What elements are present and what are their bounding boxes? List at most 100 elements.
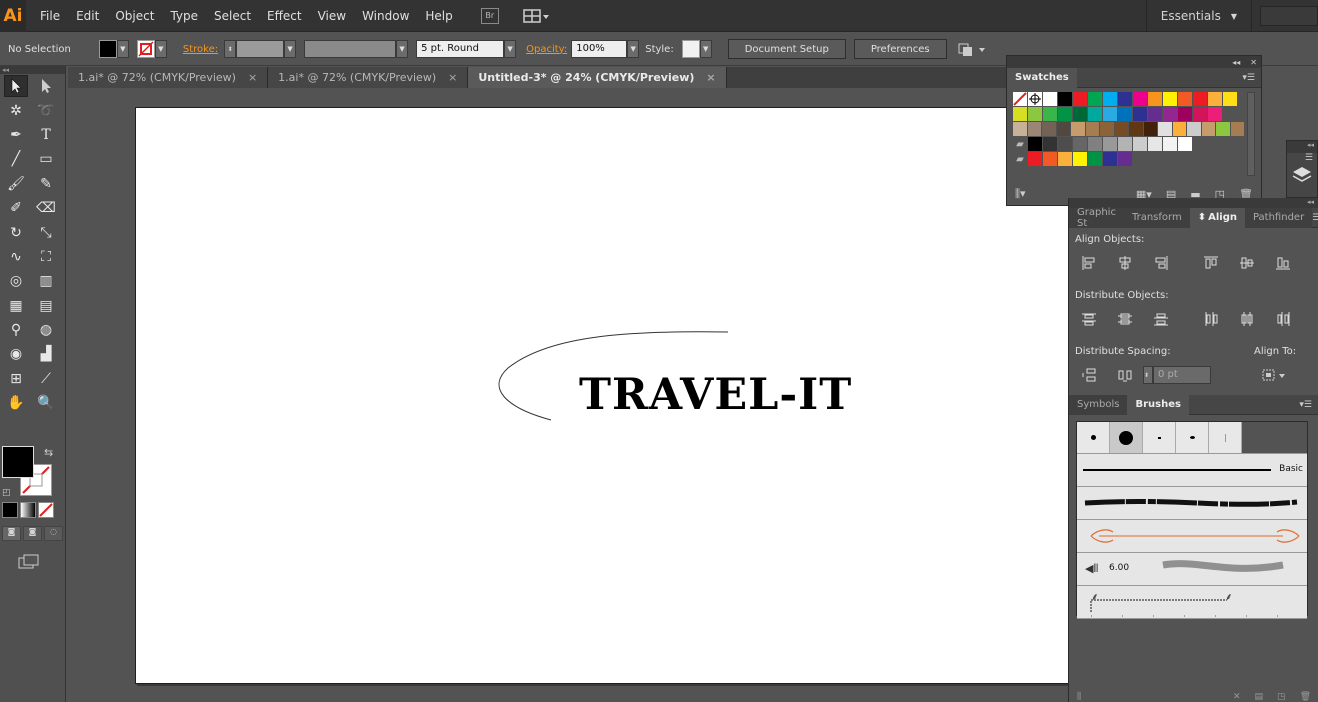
bridge-button[interactable]: Br bbox=[480, 7, 499, 24]
distribute-hcenter-icon[interactable] bbox=[1229, 308, 1265, 330]
delete-brush-icon[interactable]: 🗑 bbox=[1300, 692, 1311, 702]
collapse-icon[interactable]: ◂◂ bbox=[1307, 198, 1314, 208]
swatch[interactable] bbox=[1178, 92, 1192, 106]
chevron-down-icon[interactable]: ▼ bbox=[627, 40, 640, 58]
panel-menu-icon[interactable]: ☰ bbox=[1287, 153, 1317, 163]
swatch[interactable] bbox=[1085, 122, 1099, 136]
tab-document-3[interactable]: Untitled-3* @ 24% (CMYK/Preview) × bbox=[468, 67, 727, 88]
swatch[interactable] bbox=[1043, 152, 1057, 166]
stroke-color-control[interactable]: ▼ bbox=[136, 40, 167, 58]
align-right-icon[interactable] bbox=[1143, 252, 1179, 274]
color-button[interactable] bbox=[2, 502, 18, 518]
swatch[interactable] bbox=[1058, 107, 1072, 121]
lasso-icon[interactable]: ➰ bbox=[34, 100, 58, 122]
brush-bristle[interactable]: ◀⦀ 6.00 bbox=[1077, 553, 1307, 586]
tab-transform[interactable]: Transform bbox=[1123, 207, 1190, 228]
swap-fill-stroke-icon[interactable]: ⇆ bbox=[44, 446, 53, 459]
blend-icon[interactable]: ◍ bbox=[34, 319, 58, 341]
swatch[interactable] bbox=[1208, 92, 1222, 106]
swatch[interactable] bbox=[1088, 107, 1102, 121]
draw-inside-icon[interactable]: ◌ bbox=[44, 526, 63, 541]
collapse-icon[interactable]: ◂◂ bbox=[1232, 58, 1240, 67]
layers-icon[interactable] bbox=[1287, 165, 1317, 185]
menu-view[interactable]: View bbox=[310, 0, 354, 32]
warp-icon[interactable]: ∿ bbox=[4, 246, 28, 268]
opacity-label[interactable]: Opacity: bbox=[526, 44, 567, 55]
brush-definition-select[interactable]: 5 pt. Round bbox=[416, 40, 505, 58]
variable-width-profile[interactable] bbox=[304, 40, 397, 58]
swatch[interactable] bbox=[1114, 122, 1128, 136]
hand-icon[interactable]: ✋ bbox=[4, 392, 28, 414]
gradient-icon[interactable]: ▤ bbox=[34, 295, 58, 317]
tab-swatches[interactable]: Swatches bbox=[1007, 67, 1077, 88]
scrollbar[interactable] bbox=[1247, 92, 1255, 176]
swatch[interactable] bbox=[1103, 107, 1117, 121]
draw-normal-icon[interactable]: ◙ bbox=[2, 526, 21, 541]
swatch[interactable] bbox=[1148, 92, 1162, 106]
panel-menu-icon[interactable]: ☰ bbox=[1312, 213, 1318, 223]
swatch[interactable] bbox=[1223, 92, 1237, 106]
preferences-button[interactable]: Preferences bbox=[853, 39, 947, 59]
logo-text[interactable]: TRAVEL-IT bbox=[579, 370, 852, 420]
swatch[interactable] bbox=[1103, 152, 1117, 166]
swatch[interactable] bbox=[1187, 122, 1201, 136]
mesh-icon[interactable]: ▦ bbox=[4, 295, 28, 317]
fill-color-box[interactable] bbox=[2, 446, 34, 478]
spacing-stepper[interactable]: ⬍ bbox=[1143, 366, 1153, 384]
swatch[interactable] bbox=[1148, 137, 1162, 151]
fill-swatch[interactable] bbox=[98, 40, 117, 58]
menu-type[interactable]: Type bbox=[162, 0, 206, 32]
eyedropper-icon[interactable]: ⚲ bbox=[4, 319, 28, 341]
menu-window[interactable]: Window bbox=[354, 0, 417, 32]
swatch-registration[interactable] bbox=[1028, 92, 1042, 106]
swatch[interactable] bbox=[1133, 92, 1147, 106]
menu-edit[interactable]: Edit bbox=[68, 0, 107, 32]
screen-mode-icon[interactable] bbox=[18, 554, 40, 570]
search-input[interactable] bbox=[1260, 6, 1318, 26]
swatch[interactable] bbox=[1088, 152, 1102, 166]
slice-icon[interactable]: ⟋ bbox=[34, 368, 58, 390]
none-button[interactable] bbox=[38, 502, 54, 518]
pen-tool-icon[interactable]: ✒ bbox=[4, 124, 28, 146]
menu-object[interactable]: Object bbox=[107, 0, 162, 32]
symbol-sprayer-icon[interactable]: ◉ bbox=[4, 343, 28, 365]
brush-dot-small[interactable] bbox=[1077, 422, 1110, 453]
chevron-down-icon[interactable]: ▼ bbox=[154, 40, 167, 58]
swatch[interactable] bbox=[1073, 137, 1087, 151]
color-group-folder-icon[interactable]: ▰ bbox=[1013, 137, 1027, 151]
swatch[interactable] bbox=[1163, 137, 1177, 151]
swatch[interactable] bbox=[1172, 122, 1186, 136]
magic-wand-icon[interactable]: ✲ bbox=[4, 100, 28, 122]
swatch[interactable] bbox=[1148, 107, 1162, 121]
chevron-down-icon[interactable]: ▼ bbox=[699, 40, 712, 58]
chevron-down-icon[interactable]: ▼ bbox=[396, 40, 409, 58]
default-fill-stroke-icon[interactable]: ◰ bbox=[2, 488, 11, 498]
panel-menu-icon[interactable]: ▾☰ bbox=[1242, 73, 1255, 83]
swatch[interactable] bbox=[1088, 92, 1102, 106]
distribute-right-icon[interactable] bbox=[1265, 308, 1301, 330]
graphic-style-swatch[interactable] bbox=[681, 40, 700, 58]
selection-tool-icon[interactable] bbox=[4, 75, 28, 98]
gradient-button[interactable] bbox=[20, 502, 36, 518]
align-vcenter-icon[interactable] bbox=[1229, 252, 1265, 274]
stroke-weight-stepper[interactable]: ⬍ bbox=[224, 40, 237, 58]
tab-pathfinder[interactable]: Pathfinder bbox=[1244, 207, 1313, 228]
arrange-objects-button[interactable] bbox=[957, 41, 987, 57]
line-tool-icon[interactable]: ╱ bbox=[4, 148, 28, 170]
chevron-down-icon[interactable]: ▼ bbox=[116, 40, 129, 58]
swatch[interactable] bbox=[1073, 152, 1087, 166]
swatch[interactable] bbox=[1208, 107, 1222, 121]
tab-symbols[interactable]: Symbols bbox=[1069, 394, 1128, 415]
swatch[interactable] bbox=[1058, 137, 1072, 151]
swatch[interactable] bbox=[1088, 137, 1102, 151]
brush-dot-tiny[interactable] bbox=[1143, 422, 1176, 453]
swatch[interactable] bbox=[1058, 92, 1072, 106]
brush-arrow-art[interactable] bbox=[1077, 520, 1307, 553]
swatch[interactable] bbox=[1201, 122, 1215, 136]
swatch[interactable] bbox=[1216, 122, 1230, 136]
swatch[interactable] bbox=[1043, 137, 1057, 151]
swatch[interactable] bbox=[1193, 107, 1207, 121]
align-left-icon[interactable] bbox=[1071, 252, 1107, 274]
fill-control[interactable]: ▼ bbox=[98, 40, 129, 58]
close-icon[interactable]: × bbox=[248, 71, 257, 84]
